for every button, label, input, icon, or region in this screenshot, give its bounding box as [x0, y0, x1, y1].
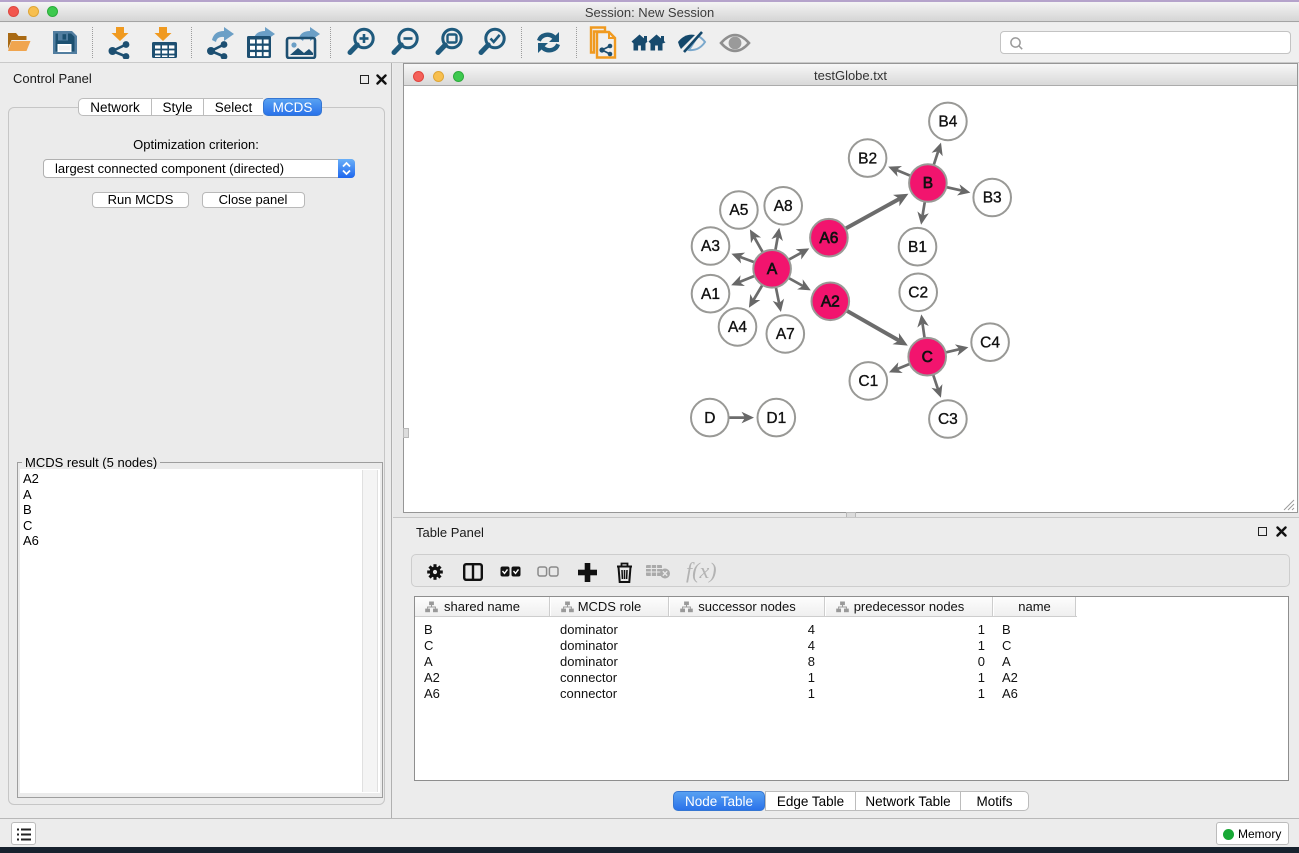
svg-text:B4: B4 — [938, 113, 957, 130]
svg-text:A7: A7 — [775, 326, 794, 343]
svg-text:A6: A6 — [819, 229, 838, 246]
svg-text:A1: A1 — [701, 285, 720, 302]
svg-text:C4: C4 — [980, 334, 1000, 351]
svg-text:C: C — [921, 348, 932, 365]
svg-text:B3: B3 — [982, 189, 1001, 206]
svg-text:A8: A8 — [773, 198, 792, 215]
svg-text:C1: C1 — [858, 373, 878, 390]
svg-text:A2: A2 — [820, 293, 839, 310]
svg-text:D: D — [704, 409, 715, 426]
svg-text:B: B — [922, 175, 932, 192]
svg-text:B2: B2 — [858, 150, 877, 167]
svg-text:D1: D1 — [766, 409, 786, 426]
svg-text:A5: A5 — [729, 202, 748, 219]
svg-text:A: A — [766, 261, 777, 278]
svg-text:A3: A3 — [701, 238, 720, 255]
svg-text:C2: C2 — [908, 284, 928, 301]
svg-text:B1: B1 — [908, 238, 927, 255]
svg-text:A4: A4 — [728, 319, 747, 336]
svg-text:C3: C3 — [937, 411, 957, 428]
